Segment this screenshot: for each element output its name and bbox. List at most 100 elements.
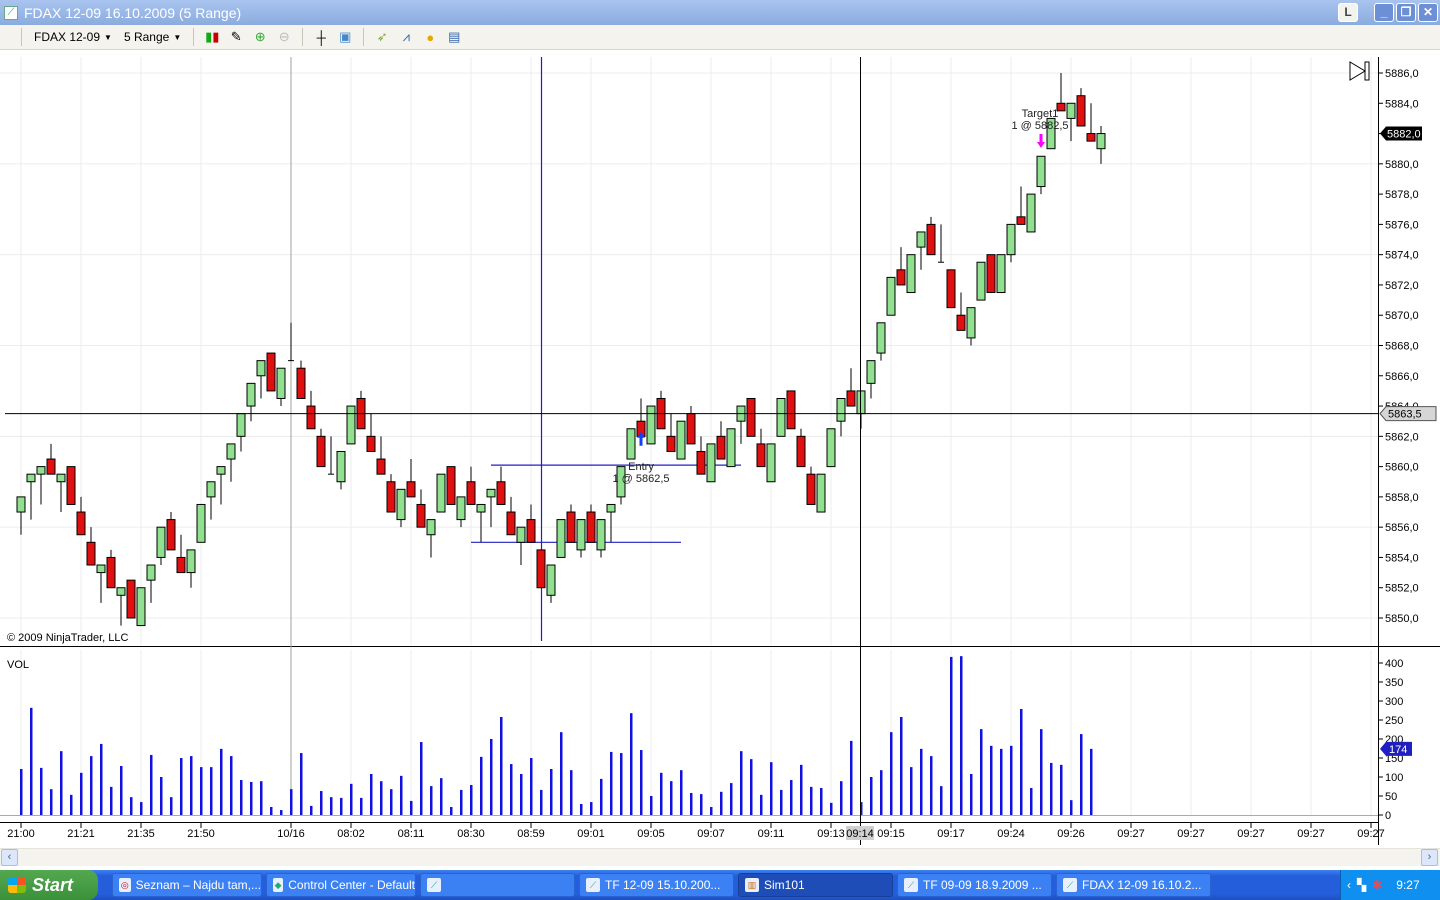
volume-bar (1030, 788, 1033, 815)
candle-down (1016, 216, 1026, 225)
candle-down (176, 556, 186, 574)
link-button[interactable]: L (1338, 3, 1358, 22)
volume-bar (110, 786, 113, 815)
bar-type-dropdown[interactable]: 5 Range ▼ (121, 30, 184, 44)
time-tick-label: 09:27 (1237, 828, 1265, 840)
close-button[interactable]: ✕ (1418, 3, 1438, 22)
last-volume-label: 174 (1389, 744, 1407, 756)
volume-bar (650, 796, 653, 815)
volume-bar (980, 729, 983, 815)
price-chart[interactable]: 21:00 21:21 21:35 21:50 10/16 08:02 08:11 08:30… (0, 50, 1440, 845)
volume-bar (390, 789, 393, 815)
toolbar: FDAX 12-09 ▼ 5 Range ▼ ▮ ▮ ✎ ⊕ ⊖ ┼ ▣ ➶ ⩘ ● … (0, 25, 1440, 50)
instrument-label: FDAX 12-09 (34, 30, 101, 44)
restore-button[interactable]: ❐ (1396, 3, 1416, 22)
candle-up (336, 450, 346, 483)
zoom-out-icon[interactable]: ⊖ (275, 28, 293, 46)
volume-tick-label: 50 (1385, 791, 1397, 803)
horizontal-scrollbar[interactable]: ‹ › (0, 848, 1440, 866)
time-tick-label: 09:27 (1357, 828, 1385, 840)
volume-bar (940, 786, 943, 815)
candle-up (576, 519, 586, 551)
candle-up (1026, 193, 1036, 233)
volume-tick-label: 100 (1385, 772, 1403, 784)
volume-bar (20, 769, 23, 815)
indicators-icon[interactable]: ⩘ (397, 28, 415, 46)
instrument-dropdown[interactable]: FDAX 12-09 ▼ (31, 30, 115, 44)
volume-bar (560, 732, 563, 815)
candle-up (906, 254, 916, 294)
volume-bar (290, 789, 293, 815)
tray-expand-icon[interactable]: ‹ (1347, 878, 1351, 892)
time-tick-label: 21:21 (67, 828, 95, 840)
strategies-icon[interactable]: ➶ (373, 28, 391, 46)
crosshair-icon[interactable]: ┼ (312, 28, 330, 46)
candle-down (796, 435, 806, 468)
price-tick-label: 5854,0 (1385, 552, 1419, 564)
taskbar-item-tf-09-09[interactable]: ⟋ TF 09-09 18.9.2009 ... (897, 873, 1052, 897)
volume-bar (320, 791, 323, 815)
volume-bar (690, 792, 693, 815)
volume-bar (130, 797, 133, 815)
taskbar-item-chart[interactable]: ⟋ (420, 873, 575, 897)
volume-bar (1060, 764, 1063, 815)
candle-up (476, 503, 486, 513)
volume-bar (660, 772, 663, 815)
candle-down (896, 269, 906, 286)
target-title: Target1 (1022, 108, 1059, 120)
properties-icon[interactable]: ▣ (336, 28, 354, 46)
draw-tool-icon[interactable]: ✎ (227, 28, 245, 46)
volume-bar (740, 751, 743, 815)
taskbar-item-control-center[interactable]: ◆ Control Center - Default (266, 873, 416, 897)
price-tick-label: 5872,0 (1385, 280, 1419, 292)
price-tick-label: 5876,0 (1385, 219, 1419, 231)
taskbar-item-sim101[interactable]: ▥ Sim101 (738, 873, 893, 897)
volume-bar (620, 753, 623, 815)
time-tick-label: 09:01 (577, 828, 605, 840)
volume-bar (330, 797, 333, 815)
scroll-right-button[interactable]: › (1421, 849, 1438, 866)
volume-bar (420, 742, 423, 815)
candle-down (926, 223, 936, 256)
candle-down (756, 443, 766, 468)
volume-bar (370, 773, 373, 815)
candle-up (136, 587, 146, 627)
start-button[interactable]: Start (0, 870, 98, 900)
volume-bar (30, 707, 33, 815)
volume-bar (340, 797, 343, 815)
time-tick-label: 09:24 (997, 828, 1025, 840)
volume-bar (1090, 748, 1093, 815)
volume-bar (510, 764, 513, 815)
candle-up (916, 231, 926, 248)
candle-down (526, 519, 536, 543)
volume-bar (180, 758, 183, 815)
volume-bar (890, 732, 893, 815)
candle-down (466, 481, 476, 505)
time-tick-label: 09:26 (1057, 828, 1085, 840)
bar-style-icon[interactable]: ▮ ▮ (203, 28, 221, 46)
order-icon[interactable]: ● (421, 28, 439, 46)
zoom-in-icon[interactable]: ⊕ (251, 28, 269, 46)
minimize-button[interactable]: _ (1374, 3, 1394, 22)
candle-up (16, 496, 26, 513)
bluetooth-icon[interactable]: ✱ (1372, 878, 1382, 892)
data-box-icon[interactable]: ▤ (445, 28, 463, 46)
time-tick-label: 09:17 (937, 828, 965, 840)
volume-bar (280, 810, 283, 815)
volume-bar (550, 769, 553, 815)
scroll-left-button[interactable]: ‹ (1, 849, 18, 866)
candle-down (666, 435, 676, 452)
taskbar-item-fdax-12-09[interactable]: ⟋ FDAX 12-09 16.10.2... (1056, 873, 1211, 897)
taskbar-item-tf-12-09[interactable]: ⟋ TF 12-09 15.10.200... (579, 873, 734, 897)
price-tick-label: 5862,0 (1385, 431, 1419, 443)
volume-bar (250, 781, 253, 815)
candle-up (436, 473, 446, 513)
taskbar-item-seznam[interactable]: ◎ Seznam – Najdu tam,... (112, 873, 262, 897)
volume-bar (930, 756, 933, 815)
volume-bar (150, 754, 153, 815)
network-icon[interactable]: ▚ (1357, 878, 1366, 892)
candle-up (236, 413, 246, 437)
candle-down (386, 481, 396, 513)
price-tick-label: 5866,0 (1385, 371, 1419, 383)
entry-detail: 1 @ 5862,5 (612, 473, 669, 485)
